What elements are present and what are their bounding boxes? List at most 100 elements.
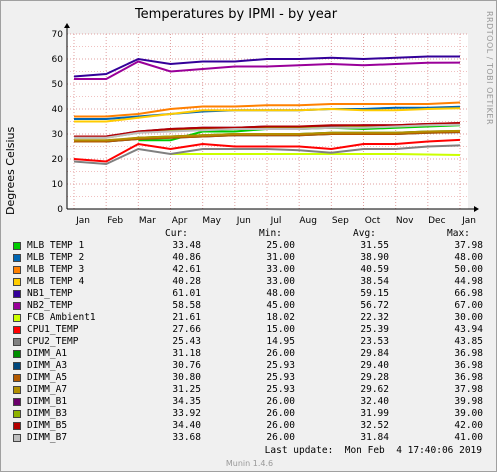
legend-value-max: 41.00 bbox=[454, 432, 483, 443]
legend-row: DIMM_B3 33.92 26.00 31.99 39.00 bbox=[13, 408, 483, 420]
legend-value-avg: 32.40 bbox=[360, 396, 389, 407]
legend-swatch bbox=[13, 302, 21, 310]
graph-frame: Temperatures by IPMI - by year Degrees C… bbox=[0, 0, 497, 472]
legend-row: DIMM_B1 34.35 26.00 32.40 39.98 bbox=[13, 396, 483, 408]
legend-value-max: 37.98 bbox=[454, 240, 483, 251]
legend-row: NB1_TEMP 61.01 48.00 59.15 66.98 bbox=[13, 288, 483, 300]
legend-row: MLB TEMP 2 40.86 31.00 38.90 48.00 bbox=[13, 252, 483, 264]
legend-header-cur: Cur: bbox=[165, 228, 188, 239]
legend-swatch bbox=[13, 386, 21, 394]
legend-value-min: 25.93 bbox=[266, 384, 295, 395]
x-tick-label: Apr bbox=[172, 216, 188, 226]
legend-value-cur: 42.61 bbox=[172, 264, 201, 275]
legend-header: Cur: Min: Avg: Max: bbox=[13, 228, 483, 240]
legend-header-max: Max: bbox=[447, 228, 470, 239]
legend-value-max: 66.98 bbox=[454, 288, 483, 299]
legend-value-cur: 30.76 bbox=[172, 360, 201, 371]
x-tick-label: Jan bbox=[461, 216, 476, 226]
legend-swatch bbox=[13, 278, 21, 286]
legend-value-min: 26.00 bbox=[266, 396, 295, 407]
legend-value-max: 36.98 bbox=[454, 372, 483, 383]
legend-series-name: DIMM_A7 bbox=[27, 384, 68, 395]
last-update: Last update: Mon Feb 4 17:40:06 2019 bbox=[264, 445, 482, 456]
legend-swatch bbox=[13, 242, 21, 250]
legend-value-avg: 31.55 bbox=[360, 240, 389, 251]
x-tick-label: Aug bbox=[299, 216, 317, 226]
legend-value-avg: 56.72 bbox=[360, 300, 389, 311]
legend-header-avg: Avg: bbox=[353, 228, 376, 239]
legend-row: MLB TEMP 1 33.48 25.00 31.55 37.98 bbox=[13, 240, 483, 252]
legend-series-name: CPU1_TEMP bbox=[27, 324, 79, 335]
legend-value-avg: 38.54 bbox=[360, 276, 389, 287]
legend-swatch bbox=[13, 254, 21, 262]
legend-value-cur: 30.80 bbox=[172, 372, 201, 383]
legend-value-min: 26.00 bbox=[266, 420, 295, 431]
x-tick-label: Jul bbox=[270, 216, 282, 226]
legend-value-max: 39.98 bbox=[454, 396, 483, 407]
legend-swatch bbox=[13, 314, 21, 322]
legend-value-avg: 29.40 bbox=[360, 360, 389, 371]
legend-series-name: DIMM_A3 bbox=[27, 360, 68, 371]
legend-value-avg: 29.28 bbox=[360, 372, 389, 383]
x-tick-label: May bbox=[202, 216, 221, 226]
y-tick-label: 30 bbox=[52, 130, 64, 140]
y-axis-arrow bbox=[64, 23, 70, 28]
legend-value-min: 26.00 bbox=[266, 408, 295, 419]
x-tick-label: Sep bbox=[332, 216, 349, 226]
legend-series-name: DIMM_B7 bbox=[27, 432, 68, 443]
legend-series-name: MLB TEMP 3 bbox=[27, 264, 85, 275]
legend-value-min: 45.00 bbox=[266, 300, 295, 311]
legend-swatch bbox=[13, 362, 21, 370]
legend-value-min: 33.00 bbox=[266, 276, 295, 287]
legend-value-min: 26.00 bbox=[266, 432, 295, 443]
legend-row: DIMM_A3 30.76 25.93 29.40 36.98 bbox=[13, 360, 483, 372]
legend-value-max: 44.98 bbox=[454, 276, 483, 287]
legend-series-name: DIMM_A5 bbox=[27, 372, 68, 383]
legend-value-max: 48.00 bbox=[454, 252, 483, 263]
legend-value-avg: 22.32 bbox=[360, 312, 389, 323]
legend-series-name: DIMM_A1 bbox=[27, 348, 68, 359]
legend-swatch bbox=[13, 398, 21, 406]
legend-row: DIMM_B7 33.68 26.00 31.84 41.00 bbox=[13, 432, 483, 444]
legend-value-avg: 31.99 bbox=[360, 408, 389, 419]
legend-value-min: 25.93 bbox=[266, 360, 295, 371]
y-tick-label: 0 bbox=[57, 205, 63, 215]
legend-value-cur: 31.18 bbox=[172, 348, 201, 359]
legend-value-cur: 33.92 bbox=[172, 408, 201, 419]
legend-row: MLB TEMP 3 42.61 33.00 40.59 50.00 bbox=[13, 264, 483, 276]
y-tick-label: 10 bbox=[52, 180, 64, 190]
legend-header-min: Min: bbox=[259, 228, 282, 239]
legend-swatch bbox=[13, 326, 21, 334]
legend-value-avg: 59.15 bbox=[360, 288, 389, 299]
legend-value-min: 31.00 bbox=[266, 252, 295, 263]
legend-value-avg: 32.52 bbox=[360, 420, 389, 431]
legend-value-avg: 25.39 bbox=[360, 324, 389, 335]
legend-value-min: 25.00 bbox=[266, 240, 295, 251]
x-tick-label: Jan bbox=[75, 216, 90, 226]
legend-value-max: 39.00 bbox=[454, 408, 483, 419]
legend-value-min: 25.93 bbox=[266, 372, 295, 383]
legend-swatch bbox=[13, 338, 21, 346]
legend-row: FCB Ambient1 21.61 18.02 22.32 30.00 bbox=[13, 312, 483, 324]
legend-series-name: FCB Ambient1 bbox=[27, 312, 96, 323]
legend-series-name: MLB TEMP 2 bbox=[27, 252, 85, 263]
legend-value-max: 30.00 bbox=[454, 312, 483, 323]
legend-value-cur: 33.48 bbox=[172, 240, 201, 251]
chart-plot: 0 10 20 30 40 50 60 70 Jan Feb Mar Apr May Jun Jul Aug S… bbox=[52, 23, 479, 226]
y-tick-label: 60 bbox=[52, 55, 64, 65]
legend-value-max: 50.00 bbox=[454, 264, 483, 275]
legend-swatch bbox=[13, 374, 21, 382]
x-tick-label: Oct bbox=[365, 216, 381, 226]
legend-series-name: DIMM_B3 bbox=[27, 408, 68, 419]
x-tick-label: Dec bbox=[428, 216, 445, 226]
legend-value-cur: 31.25 bbox=[172, 384, 201, 395]
legend-swatch bbox=[13, 266, 21, 274]
x-axis-arrow bbox=[474, 206, 479, 212]
legend-value-avg: 31.84 bbox=[360, 432, 389, 443]
legend-value-min: 33.00 bbox=[266, 264, 295, 275]
legend-series-name: DIMM_B5 bbox=[27, 420, 68, 431]
series-line bbox=[170, 153, 461, 156]
legend-value-min: 15.00 bbox=[266, 324, 295, 335]
legend-value-min: 26.00 bbox=[266, 348, 295, 359]
legend-series-name: NB2_TEMP bbox=[27, 300, 73, 311]
